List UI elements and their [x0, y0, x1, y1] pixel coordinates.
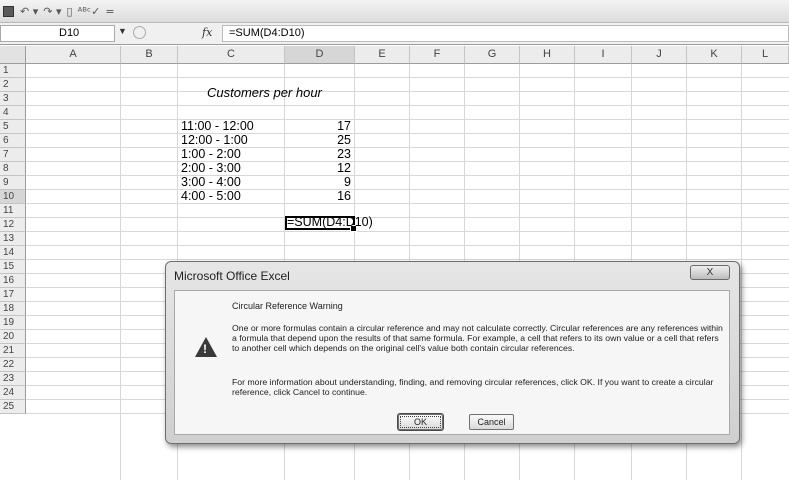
row-gridline [26, 231, 789, 232]
formula-input[interactable]: =SUM(D4:D10) [222, 25, 789, 42]
column-header-i[interactable]: I [575, 46, 632, 64]
row-gridline [26, 189, 789, 190]
save-icon[interactable] [3, 5, 14, 17]
row-header[interactable]: 8 [0, 162, 26, 176]
column-header-h[interactable]: H [520, 46, 575, 64]
count-cell[interactable]: 16 [261, 189, 351, 203]
row-header[interactable]: 13 [0, 232, 26, 246]
column-gridline [120, 64, 121, 480]
time-slot-cell[interactable]: 4:00 - 5:00 [181, 189, 241, 203]
dialog-help-message: For more information about understanding… [232, 377, 714, 397]
row-gridline [26, 147, 789, 148]
count-cell[interactable]: 25 [261, 133, 351, 147]
row-gridline [26, 105, 789, 106]
row-header[interactable]: 22 [0, 358, 26, 372]
customize-icon[interactable]: = [105, 5, 114, 18]
row-header[interactable]: 15 [0, 260, 26, 274]
row-header[interactable]: 14 [0, 246, 26, 260]
row-header[interactable]: 11 [0, 204, 26, 218]
row-gridline [26, 259, 789, 260]
column-header-k[interactable]: K [687, 46, 742, 64]
column-header-g[interactable]: G [465, 46, 520, 64]
row-header[interactable]: 12 [0, 218, 26, 232]
row-header[interactable]: 16 [0, 274, 26, 288]
column-header-b[interactable]: B [121, 46, 178, 64]
quick-access-toolbar: ↶ ▾ ↷ ▾ ▯ ᴬᴮᶜ✓ = [0, 0, 789, 23]
undo-icon[interactable]: ↶ ▾ [20, 5, 38, 18]
active-cell-value: =SUM(D4:D10) [287, 215, 373, 229]
row-gridline [26, 161, 789, 162]
column-header-e[interactable]: E [355, 46, 410, 64]
count-cell[interactable]: 9 [261, 175, 351, 189]
time-slot-cell[interactable]: 11:00 - 12:00 [181, 119, 254, 133]
row-header[interactable]: 4 [0, 106, 26, 120]
warning-icon: ! [195, 337, 217, 357]
row-gridline [26, 77, 789, 78]
formula-bar: D10 ▼ fx =SUM(D4:D10) [0, 23, 789, 45]
print-preview-icon[interactable]: ▯ [67, 5, 73, 18]
row-gridline [26, 91, 789, 92]
row-gridline [26, 119, 789, 120]
row-gridline [26, 133, 789, 134]
column-header-f[interactable]: F [410, 46, 465, 64]
time-slot-cell[interactable]: 1:00 - 2:00 [181, 147, 241, 161]
count-cell[interactable]: 17 [261, 119, 351, 133]
row-header[interactable]: 23 [0, 372, 26, 386]
row-gridline [26, 175, 789, 176]
column-header-d[interactable]: D [285, 46, 355, 64]
time-slot-cell[interactable]: 3:00 - 4:00 [181, 175, 241, 189]
dialog-body: ! Circular Reference Warning One or more… [174, 290, 730, 435]
row-header[interactable]: 1 [0, 64, 26, 78]
count-cell[interactable]: 23 [261, 147, 351, 161]
redo-icon[interactable]: ↷ ▾ [43, 5, 61, 18]
row-header[interactable]: 25 [0, 400, 26, 414]
row-header[interactable]: 9 [0, 176, 26, 190]
row-header[interactable]: 7 [0, 148, 26, 162]
row-header[interactable]: 19 [0, 316, 26, 330]
cancel-button[interactable]: Cancel [469, 414, 514, 430]
column-header-c[interactable]: C [178, 46, 285, 64]
column-header-a[interactable]: A [26, 46, 121, 64]
count-cell[interactable]: 12 [261, 161, 351, 175]
column-gridline [741, 64, 742, 480]
dialog-heading: Circular Reference Warning [232, 301, 343, 311]
name-box-dropdown-icon[interactable]: ▼ [118, 26, 127, 36]
row-header[interactable]: 3 [0, 92, 26, 106]
time-slot-cell[interactable]: 2:00 - 3:00 [181, 161, 241, 175]
column-header-j[interactable]: J [632, 46, 687, 64]
circular-reference-dialog: Microsoft Office Excel X ! Circular Refe… [165, 261, 740, 444]
row-gridline [26, 217, 789, 218]
row-header[interactable]: 24 [0, 386, 26, 400]
ok-button[interactable]: OK [398, 414, 443, 430]
row-header[interactable]: 2 [0, 78, 26, 92]
row-gridline [26, 245, 789, 246]
select-all-corner[interactable] [0, 46, 26, 64]
dialog-title: Microsoft Office Excel [174, 269, 290, 283]
name-box[interactable]: D10 [0, 25, 115, 42]
close-icon[interactable]: X [690, 265, 730, 280]
spelling-icon[interactable]: ᴬᴮᶜ✓ [78, 5, 101, 18]
row-header[interactable]: 6 [0, 134, 26, 148]
cancel-entry-icon[interactable] [133, 26, 146, 39]
dialog-message: One or more formulas contain a circular … [232, 323, 723, 353]
column-header-l[interactable]: L [742, 46, 789, 64]
sheet-title[interactable]: Customers per hour [207, 86, 322, 100]
insert-function-icon[interactable]: fx [202, 26, 212, 39]
time-slot-cell[interactable]: 12:00 - 1:00 [181, 133, 248, 147]
row-header[interactable]: 17 [0, 288, 26, 302]
row-gridline [26, 203, 789, 204]
row-header[interactable]: 10 [0, 190, 26, 204]
row-header[interactable]: 20 [0, 330, 26, 344]
row-header[interactable]: 5 [0, 120, 26, 134]
row-header[interactable]: 21 [0, 344, 26, 358]
row-header[interactable]: 18 [0, 302, 26, 316]
